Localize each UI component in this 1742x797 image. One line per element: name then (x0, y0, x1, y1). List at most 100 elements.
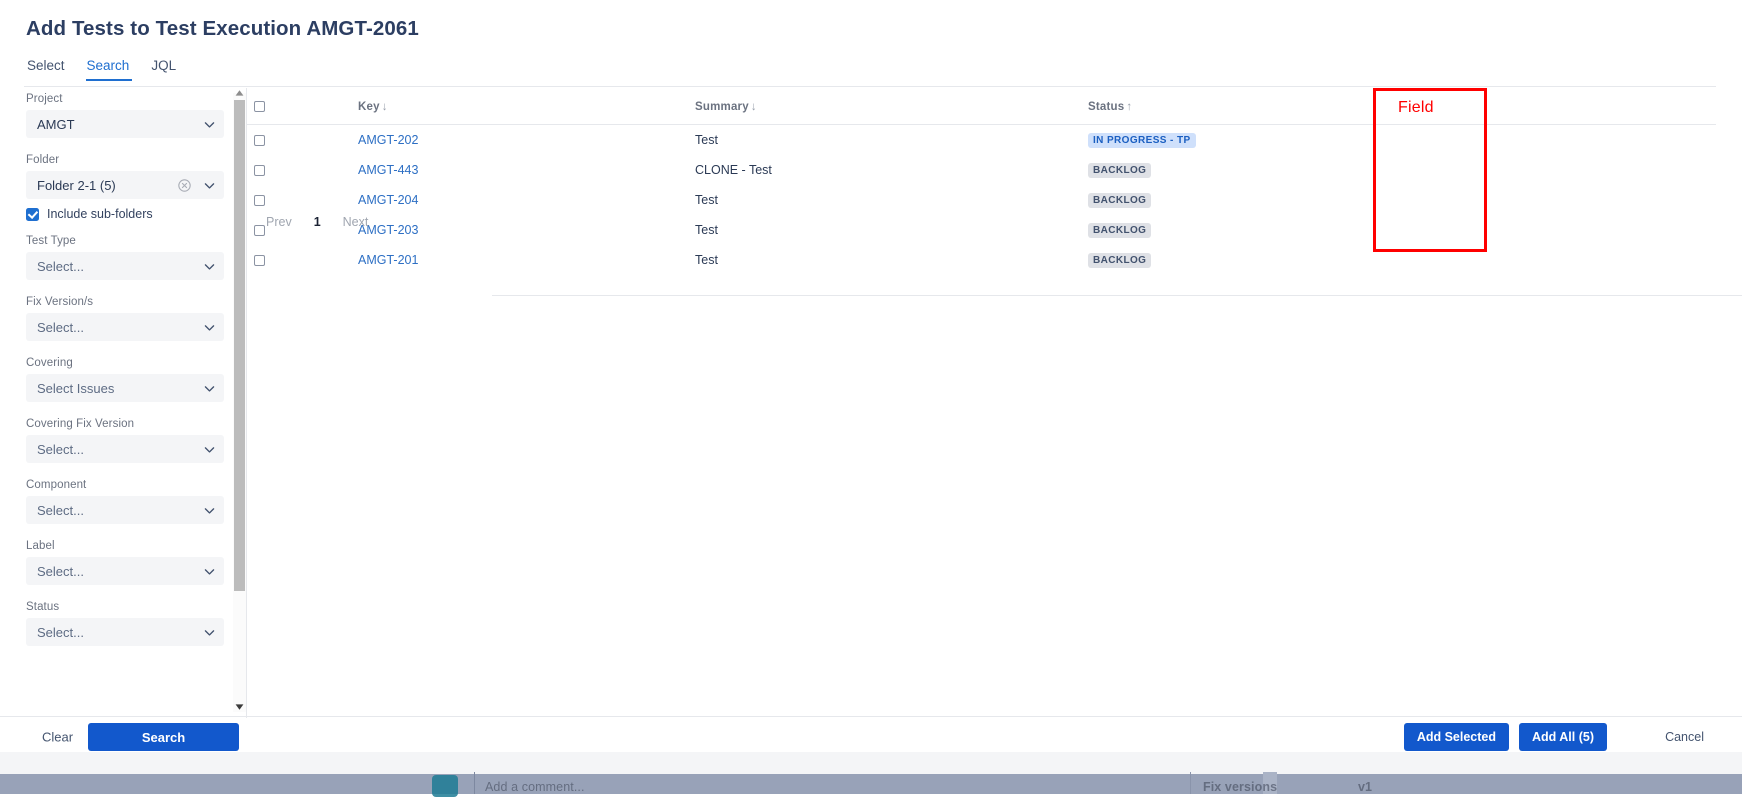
row-checkbox[interactable] (254, 195, 265, 207)
chevron-down-icon (204, 629, 215, 636)
filter-component: Component Select... (26, 479, 224, 524)
project-select[interactable]: AMGT (26, 110, 224, 138)
divider (24, 86, 1716, 87)
divider (1190, 772, 1191, 794)
filter-covering: Covering Select Issues (26, 357, 224, 402)
divider (0, 716, 1742, 717)
fix-version-select-value: Select... (37, 319, 84, 335)
pagination-page-1[interactable]: 1 (303, 215, 332, 229)
covering-select-value: Select Issues (37, 380, 115, 396)
pagination: Prev 1 Next (255, 215, 379, 229)
table-row[interactable]: AMGT-201 Test BACKLOG (246, 245, 1716, 275)
folder-select-value: Folder 2-1 (5) (37, 177, 116, 193)
chevron-down-icon (204, 182, 215, 189)
column-header-summary[interactable]: Summary ↓ (695, 88, 1088, 125)
fix-version-select[interactable]: Select... (26, 313, 224, 341)
issue-key-link[interactable]: AMGT-443 (358, 163, 418, 177)
filter-label: Covering Fix Version (26, 418, 135, 430)
folder-select[interactable]: Folder 2-1 (5) (26, 171, 224, 199)
filter-label: Folder (26, 154, 60, 166)
tab-jql[interactable]: JQL (140, 58, 187, 81)
status-badge: IN PROGRESS - TP (1088, 133, 1196, 148)
filter-folder: Folder Folder 2-1 (5) Include sub-folder… (26, 154, 224, 221)
table-row[interactable]: AMGT-204 Test BACKLOG (246, 185, 1716, 215)
tab-bar: Select Search JQL (24, 58, 187, 88)
status-badge: BACKLOG (1088, 193, 1152, 208)
row-checkbox[interactable] (254, 255, 265, 267)
filter-panel: Project AMGT Folder Folder 2-1 (5) Inclu… (0, 90, 232, 715)
filter-label: Fix Version/s (26, 296, 94, 308)
test-type-select-value: Select... (37, 258, 84, 274)
results-table: Key ↓ Summary ↓ Status ↑ AMGT-202 Test IN P… (246, 88, 1716, 275)
pagination-prev[interactable]: Prev (255, 215, 303, 229)
fix-versions-value: v1 (1358, 780, 1373, 794)
covering-fix-version-select[interactable]: Select... (26, 435, 224, 463)
test-type-select[interactable]: Select... (26, 252, 224, 280)
include-subfolders-checkbox[interactable] (26, 207, 39, 221)
pagination-next[interactable]: Next (332, 215, 380, 229)
background-page-layer (0, 752, 1742, 794)
table-header-row: Key ↓ Summary ↓ Status ↑ (246, 88, 1716, 125)
filter-project: Project AMGT (26, 93, 224, 138)
filter-label: Test Type (26, 235, 76, 247)
tab-search[interactable]: Search (76, 58, 141, 81)
sort-indicator-icon: ↓ (750, 101, 757, 113)
status-badge: BACKLOG (1088, 223, 1152, 238)
table-row[interactable]: AMGT-202 Test IN PROGRESS - TP (246, 125, 1716, 156)
select-all-checkbox[interactable] (254, 101, 265, 113)
clear-button[interactable]: Clear (32, 724, 83, 751)
clear-icon[interactable] (178, 178, 191, 192)
scroll-down-arrow-icon[interactable] (234, 702, 245, 712)
tab-select[interactable]: Select (24, 58, 76, 81)
project-select-value: AMGT (37, 116, 75, 132)
status-badge: BACKLOG (1088, 253, 1152, 268)
table-row[interactable]: AMGT-443 CLONE - Test BACKLOG (246, 155, 1716, 185)
filter-label: Component (26, 479, 87, 491)
scroll-up-arrow-icon[interactable] (234, 88, 245, 98)
filter-status: Status Select... (26, 601, 224, 646)
status-select-value: Select... (37, 624, 84, 640)
issue-key-link[interactable]: AMGT-204 (358, 193, 418, 207)
include-subfolders-row[interactable]: Include sub-folders (26, 207, 224, 221)
cancel-button[interactable]: Cancel (1657, 724, 1712, 750)
chevron-down-icon (204, 568, 215, 575)
covering-select[interactable]: Select Issues (26, 374, 224, 402)
sort-indicator-icon: ↑ (1126, 101, 1133, 113)
chevron-down-icon (204, 507, 215, 514)
label-select-value: Select... (37, 563, 84, 579)
fix-versions-label: Fix versions (1203, 780, 1278, 794)
filter-label: Label (26, 540, 55, 552)
page-title: Add Tests to Test Execution AMGT-2061 (26, 17, 419, 40)
filter-label: Covering (26, 357, 73, 369)
search-button[interactable]: Search (88, 723, 239, 751)
table-row[interactable]: AMGT-203 Test BACKLOG (246, 215, 1716, 245)
covering-fix-version-select-value: Select... (37, 441, 84, 457)
add-all-button[interactable]: Add All (5) (1518, 723, 1607, 751)
add-selected-button[interactable]: Add Selected (1403, 723, 1509, 751)
filter-test-type: Test Type Select... (26, 235, 224, 280)
issue-key-link[interactable]: AMGT-202 (358, 133, 418, 147)
issue-key-link[interactable]: AMGT-201 (358, 253, 418, 267)
issue-summary: Test (695, 253, 718, 267)
add-tests-dialog: Add Tests to Test Execution AMGT-2061 Se… (0, 0, 1742, 752)
row-checkbox[interactable] (254, 135, 265, 147)
column-header-key[interactable]: Key ↓ (358, 88, 695, 125)
filter-label-field: Label Select... (26, 540, 224, 585)
issue-summary: Test (695, 223, 718, 237)
add-comment-field[interactable]: Add a comment... (485, 780, 585, 794)
component-select[interactable]: Select... (26, 496, 224, 524)
filter-panel-scrollbar-thumb[interactable] (234, 100, 245, 591)
filter-covering-fix-version: Covering Fix Version Select... (26, 418, 224, 463)
chevron-down-icon (204, 446, 215, 453)
chevron-down-icon (204, 263, 215, 270)
column-header-summary-label: Summary (695, 101, 749, 113)
sort-indicator-icon: ↓ (381, 101, 388, 113)
annotation-label: Field (1398, 99, 1434, 116)
divider (492, 295, 1742, 296)
status-select[interactable]: Select... (26, 618, 224, 646)
issue-summary: Test (695, 193, 718, 207)
label-select[interactable]: Select... (26, 557, 224, 585)
select-all-header (246, 88, 358, 125)
row-checkbox[interactable] (254, 165, 265, 177)
filter-label: Project (26, 93, 63, 105)
